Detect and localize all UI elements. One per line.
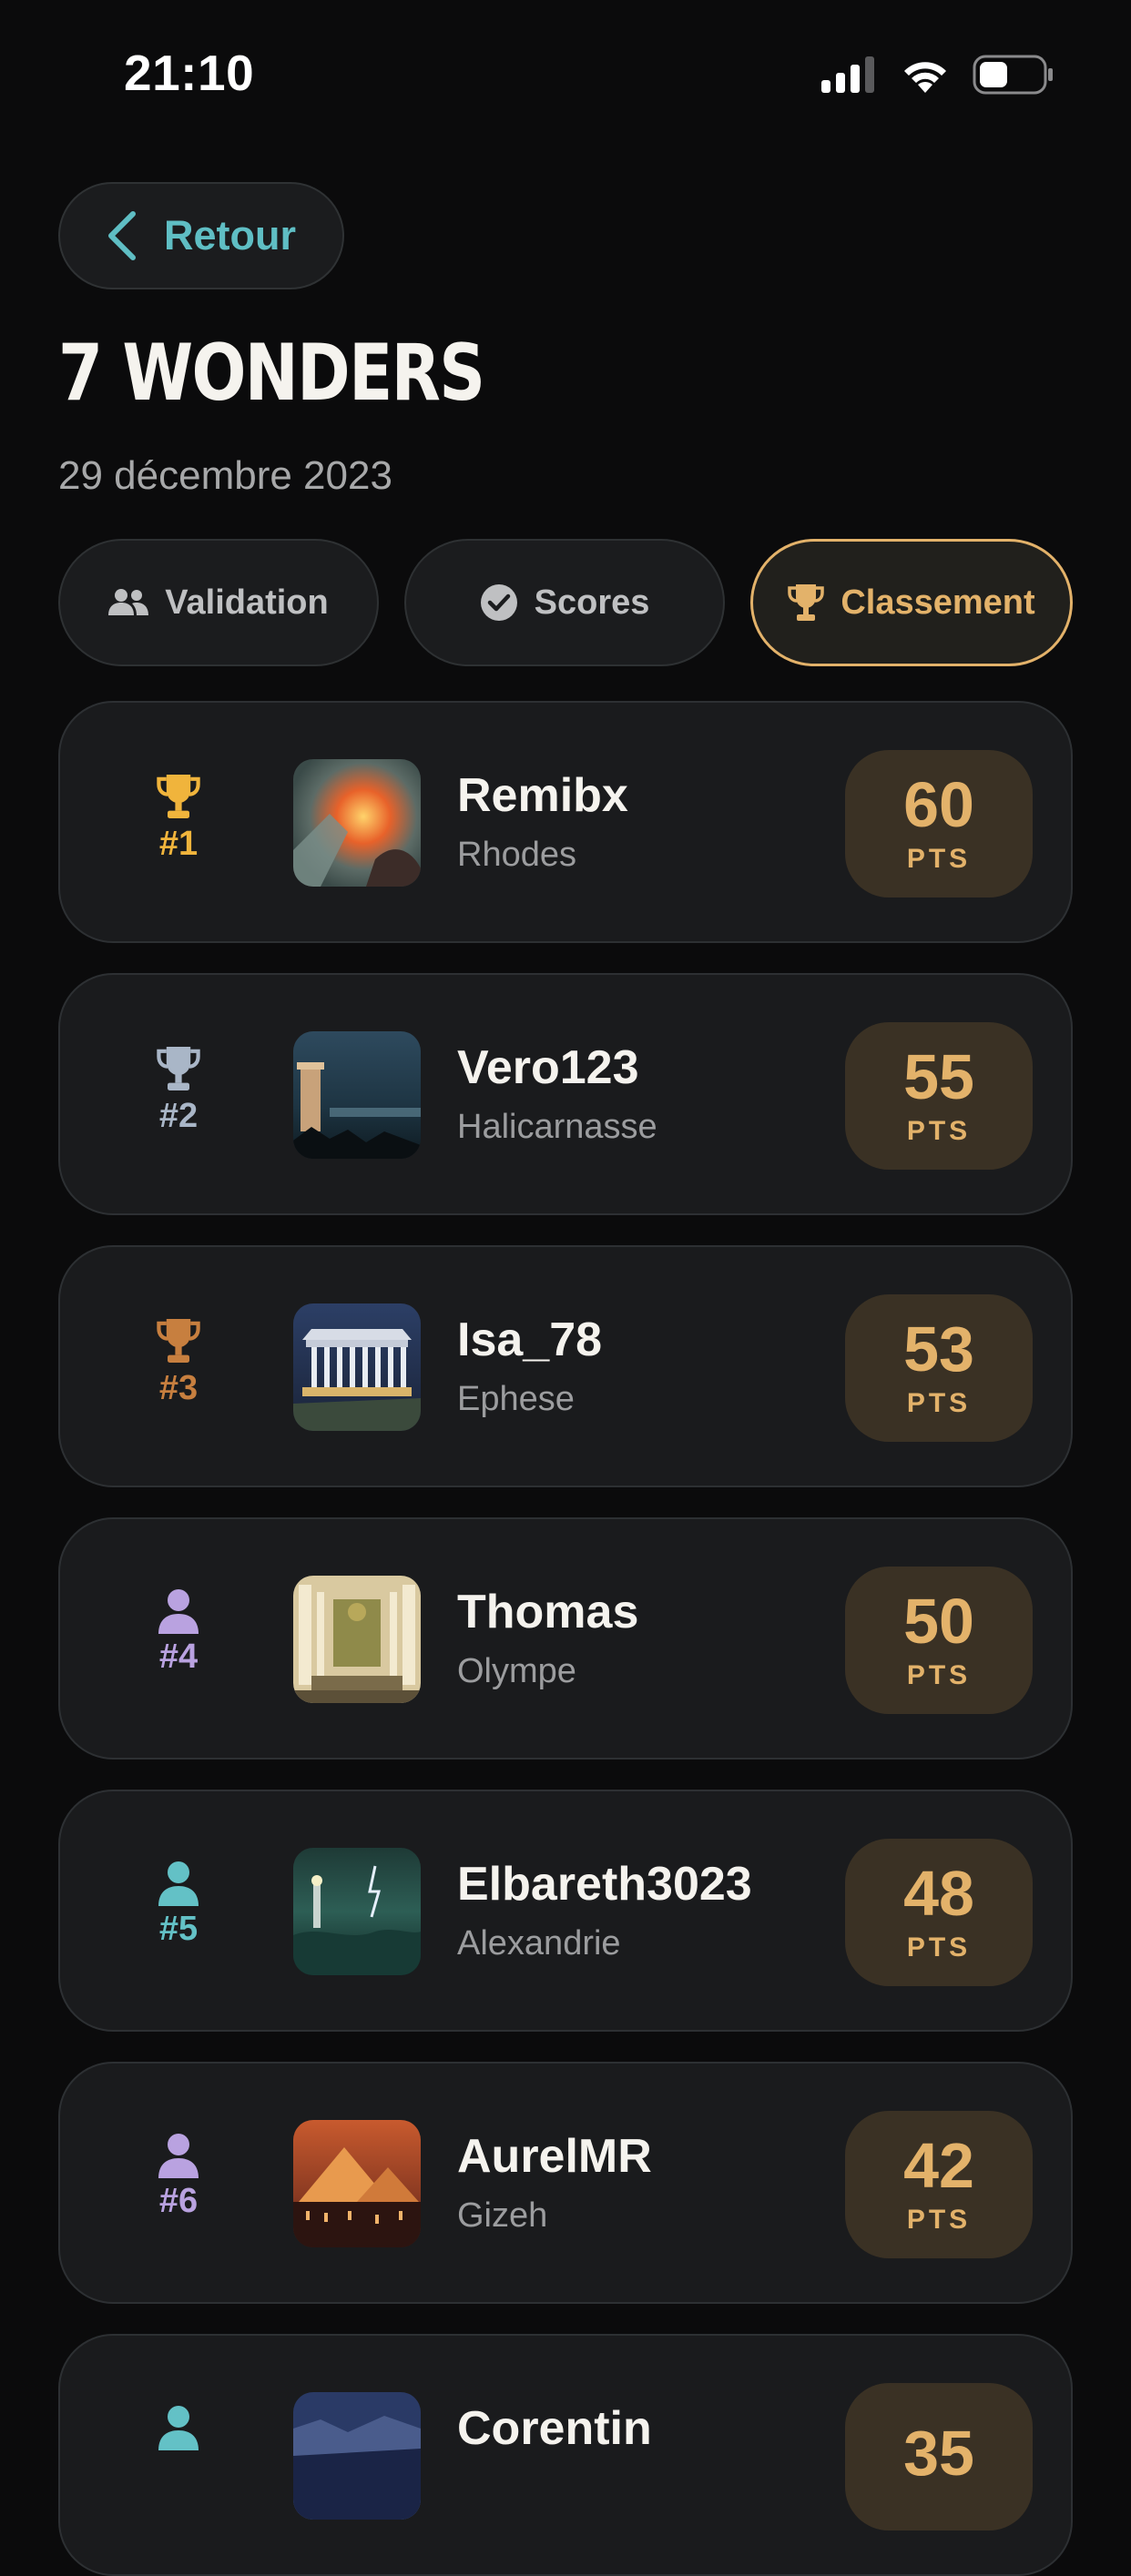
score-value: 53 [903, 1313, 974, 1384]
score-value: 48 [903, 1858, 974, 1929]
tab-scores[interactable]: Scores [404, 539, 725, 666]
player-name: Vero123 [457, 1041, 639, 1094]
ranking-row[interactable]: #5 Elbareth3023 Alexandrie 48 PTS [58, 1790, 1073, 2032]
wonder-thumbnail [293, 1848, 421, 1975]
wonder-thumbnail [293, 2392, 421, 2520]
ranking-row[interactable]: #1 Remibx Rhodes 60 PTS [58, 701, 1073, 943]
player-wonder: Ephese [457, 1380, 575, 1418]
score-unit: PTS [906, 844, 972, 874]
player-name: Thomas [457, 1586, 639, 1638]
person-icon [158, 2134, 199, 2178]
score-unit: PTS [906, 1660, 972, 1690]
ranking-row[interactable]: #4 Thomas Olympe 50 PTS [58, 1517, 1073, 1760]
player-wonder: Olympe [457, 1652, 576, 1690]
wonder-thumbnail [293, 759, 421, 887]
rank-badge: #6 [133, 2133, 224, 2221]
rank-badge: #1 [133, 772, 224, 864]
score-value: 35 [903, 2418, 974, 2489]
player-wonder: Halicarnasse [457, 1108, 657, 1146]
score-value: 50 [903, 1586, 974, 1657]
rank-number: #1 [158, 825, 199, 863]
trophy-icon [157, 775, 200, 818]
score-value: 42 [903, 2130, 974, 2201]
person-icon [158, 2406, 199, 2450]
trophy-icon [157, 1047, 200, 1090]
score-unit: PTS [906, 1932, 972, 1962]
score-value: 60 [903, 769, 974, 840]
people-icon [108, 589, 149, 615]
status-time: 21:10 [124, 45, 255, 101]
player-name: Remibx [457, 769, 628, 822]
rank-number: #4 [158, 1638, 199, 1676]
player-name: Isa_78 [457, 1313, 603, 1366]
score-badge: 55 PTS [845, 1022, 1033, 1170]
score-badge: 35 [845, 2383, 1033, 2530]
player-name: Elbareth3023 [457, 1858, 752, 1911]
tab-classement-label: Classement [841, 583, 1035, 622]
rank-number: #5 [158, 1910, 199, 1948]
rank-number: #6 [158, 2182, 199, 2220]
rank-badge: #2 [133, 1044, 224, 1136]
back-label: Retour [164, 212, 296, 259]
player-wonder: Rhodes [457, 836, 576, 874]
score-badge: 50 PTS [845, 1567, 1033, 1714]
rank-badge: #4 [133, 1588, 224, 1677]
score-badge: 48 PTS [845, 1839, 1033, 1986]
score-badge: 42 PTS [845, 2111, 1033, 2258]
score-unit: PTS [906, 1116, 972, 1146]
ranking-row[interactable]: #2 Vero123 Halicarnasse 55 PTS [58, 973, 1073, 1215]
page-title: 7 WONDERS [58, 328, 485, 419]
chevron-left-icon [108, 211, 136, 260]
wonder-thumbnail [293, 2120, 421, 2247]
wonder-thumbnail [293, 1303, 421, 1431]
tab-validation[interactable]: Validation [58, 539, 379, 666]
trophy-icon [157, 1319, 200, 1363]
tab-scores-label: Scores [534, 583, 650, 622]
status-bar: 21:10 [0, 0, 1131, 137]
rank-number: #2 [158, 1097, 199, 1135]
score-badge: 53 PTS [845, 1294, 1033, 1442]
rank-number: #3 [158, 1369, 199, 1407]
wifi-icon [904, 62, 946, 93]
player-wonder: Alexandrie [457, 1924, 621, 1962]
score-unit: PTS [906, 2205, 972, 2235]
status-icons [821, 55, 1055, 95]
ranking-row[interactable]: #6 AurelMR Gizeh 42 PTS [58, 2062, 1073, 2304]
score-badge: 60 PTS [845, 750, 1033, 898]
ranking-row[interactable]: #3 Isa_78 Ephese 53 PTS [58, 1245, 1073, 1487]
rank-badge: #5 [133, 1861, 224, 1949]
person-icon [158, 1861, 199, 1906]
tab-validation-label: Validation [165, 583, 329, 622]
ranking-row[interactable]: Corentin 35 [58, 2334, 1073, 2576]
signal-icon [821, 56, 874, 93]
tab-bar: Validation Scores Classement [58, 539, 1073, 666]
player-wonder: Gizeh [457, 2196, 548, 2235]
person-icon [158, 1589, 199, 1634]
wonder-thumbnail [293, 1031, 421, 1159]
back-button[interactable]: Retour [58, 182, 344, 289]
player-name: Corentin [457, 2402, 652, 2455]
score-unit: PTS [906, 1388, 972, 1418]
wonder-thumbnail [293, 1576, 421, 1703]
score-value: 55 [903, 1041, 974, 1112]
check-circle-icon [480, 584, 517, 621]
page-date: 29 décembre 2023 [58, 453, 392, 498]
rank-badge: #3 [133, 1316, 224, 1408]
tab-classement[interactable]: Classement [750, 539, 1073, 666]
player-name: AurelMR [457, 2130, 652, 2183]
trophy-icon [788, 584, 825, 621]
battery-icon [973, 55, 1053, 95]
